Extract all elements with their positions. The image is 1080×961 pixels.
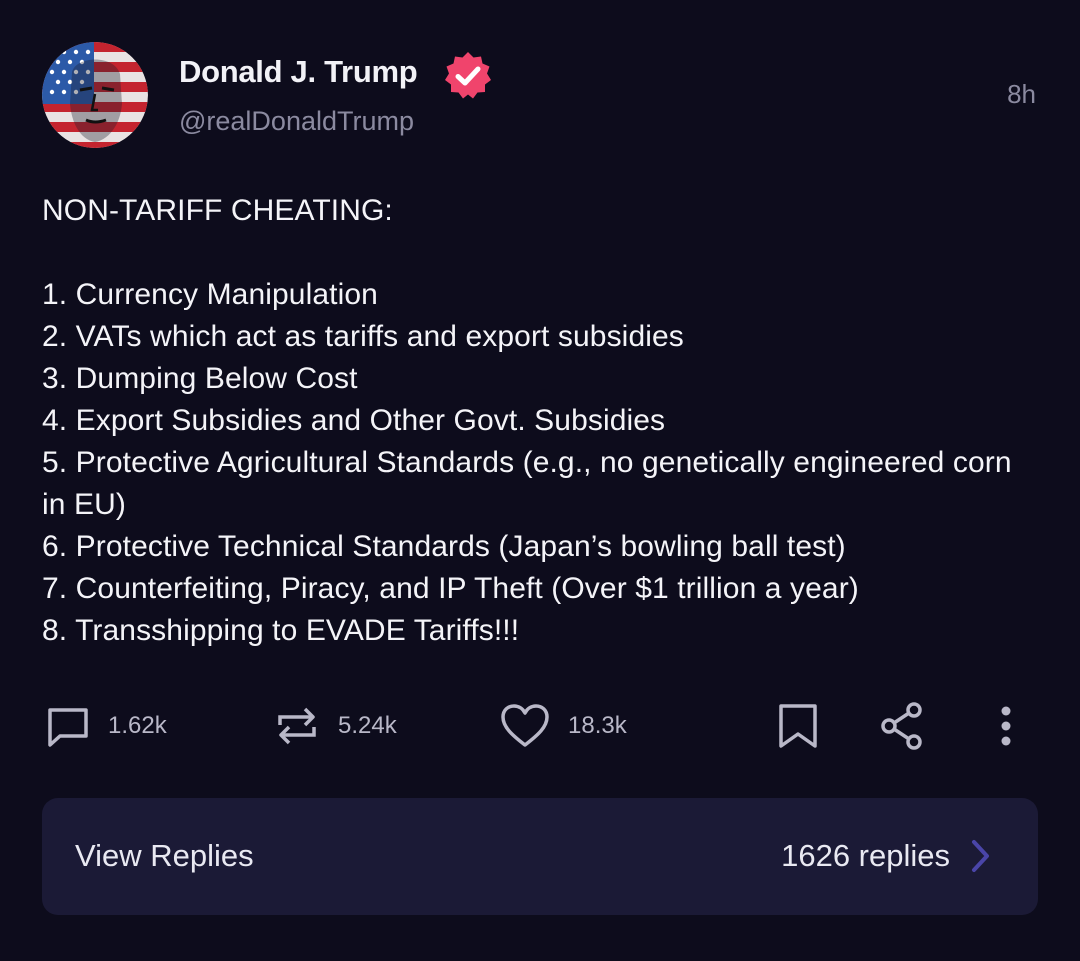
- replies-count: 1626 replies: [781, 838, 950, 873]
- share-icon: [881, 702, 922, 750]
- bookmark-icon: [779, 704, 817, 748]
- like-count: 18.3k: [568, 712, 627, 739]
- repost-icon: [278, 707, 316, 745]
- post-timestamp: 8h: [1007, 79, 1036, 109]
- reply-button[interactable]: 1.62k: [44, 696, 167, 756]
- reply-count: 1.62k: [108, 712, 167, 739]
- view-replies-button[interactable]: View Replies 1626 replies: [42, 798, 1038, 915]
- avatar[interactable]: [42, 42, 148, 148]
- repost-count: 5.24k: [338, 712, 397, 739]
- more-options-button[interactable]: [990, 696, 1022, 756]
- chevron-right-icon: [972, 840, 989, 872]
- repost-button[interactable]: 5.24k: [272, 696, 397, 756]
- display-name[interactable]: Donald J. Trump: [179, 52, 418, 92]
- view-replies-label: View Replies: [75, 838, 254, 873]
- bookmark-button[interactable]: [776, 696, 820, 756]
- avatar-flag-portrait-icon: [42, 42, 148, 148]
- comment-icon: [48, 708, 88, 747]
- post-card: Donald J. Trump @realDonaldTrump 8h NON-…: [0, 0, 1080, 961]
- share-button[interactable]: [878, 696, 926, 756]
- author-handle[interactable]: @realDonaldTrump: [179, 104, 414, 138]
- heart-icon: [501, 704, 549, 747]
- verified-badge-icon: [445, 52, 491, 99]
- like-button[interactable]: 18.3k: [498, 696, 627, 756]
- action-bar: 1.62k 5.24k 18.3k: [0, 696, 1080, 756]
- post-text: NON-TARIFF CHEATING: 1. Currency Manipul…: [42, 194, 1012, 647]
- more-vertical-icon: [1001, 706, 1011, 746]
